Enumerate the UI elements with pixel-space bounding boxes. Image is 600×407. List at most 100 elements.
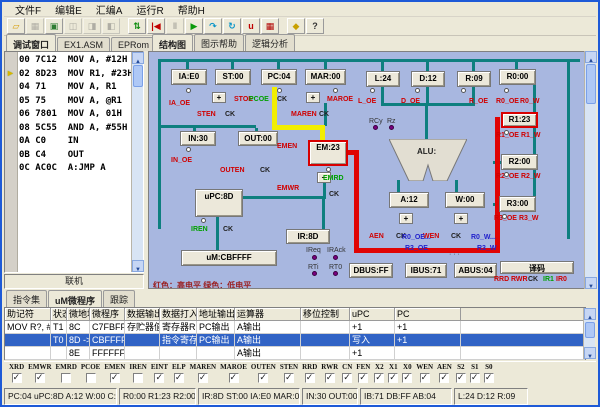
- tab-left-1[interactable]: EX1.ASM: [57, 37, 110, 51]
- signal-checkbox-STEN[interactable]: [284, 373, 294, 383]
- signal-checkbox-X1[interactable]: [388, 373, 398, 383]
- tab-right-2[interactable]: 逻辑分析: [245, 34, 295, 51]
- register-mar[interactable]: MAR:00: [305, 69, 346, 85]
- code-line[interactable]: 05 75 MOV A, @R1: [19, 95, 131, 109]
- demo-button[interactable]: ◆: [287, 18, 305, 34]
- signal-checkbox-X2[interactable]: [374, 373, 384, 383]
- signal-checkbox-S2[interactable]: [456, 373, 466, 383]
- menu-item-F[interactable]: 文件F: [8, 2, 48, 17]
- scroll-down-icon[interactable]: [584, 347, 596, 359]
- step-into-button[interactable]: ↷: [204, 18, 222, 34]
- signal-checkbox-ELP[interactable]: [174, 373, 184, 383]
- signal-checkbox-EINT[interactable]: [154, 373, 164, 383]
- tab-left-2[interactable]: EPRom: [111, 37, 156, 51]
- reset-button[interactable]: |◀: [147, 18, 165, 34]
- register-wreg[interactable]: W:00: [445, 192, 485, 208]
- assemble-button[interactable]: ▣: [45, 18, 63, 34]
- tab-bottom-0[interactable]: 指令集: [6, 290, 47, 307]
- tab-bottom-1[interactable]: uM微程序: [48, 290, 102, 308]
- table-scrollbar[interactable]: [583, 308, 595, 359]
- register-decoder[interactable]: 译码: [500, 261, 574, 274]
- table-cell: [5, 334, 51, 346]
- signal-checkbox-MAREN[interactable]: [198, 373, 208, 383]
- signal-checkbox-RRD[interactable]: [305, 373, 315, 383]
- signal-checkbox-PCOE[interactable]: [86, 373, 96, 383]
- scroll-up-icon[interactable]: [132, 52, 144, 64]
- register-um[interactable]: uM:CBFFFF: [181, 250, 277, 266]
- register-out[interactable]: OUT:00: [238, 131, 278, 146]
- scroll-up-icon[interactable]: [584, 308, 596, 320]
- register-r2[interactable]: R2:00: [501, 154, 538, 170]
- signal-checkbox-WEN[interactable]: [420, 373, 430, 383]
- scroll-thumb[interactable]: [586, 64, 596, 104]
- tab-right-0[interactable]: 结构图: [152, 34, 193, 52]
- menu-item-R[interactable]: 运行R: [129, 2, 170, 17]
- tab-left-0[interactable]: 调试窗口: [6, 34, 56, 52]
- register-st[interactable]: ST:00: [215, 69, 251, 85]
- register-r[interactable]: R:09: [457, 71, 491, 87]
- code-line[interactable]: 08 5C55 AND A, #55H: [19, 122, 131, 136]
- signal-checkbox-AEN[interactable]: [439, 373, 449, 383]
- table-row[interactable]: T08D ->CBFFFF指令寄存器IRPC输出A输出写入+1: [5, 334, 585, 347]
- menu-item-H[interactable]: 帮助H: [171, 2, 212, 17]
- diagram-scrollbar[interactable]: [584, 51, 596, 289]
- open-button[interactable]: ▱: [7, 18, 25, 34]
- scroll-down-icon[interactable]: [585, 277, 597, 289]
- signal-checkbox-RWR[interactable]: [325, 373, 335, 383]
- signal-checkbox-FEN[interactable]: [358, 373, 368, 383]
- tab-right-1[interactable]: 图示帮助: [194, 34, 244, 51]
- register-em[interactable]: EM:23: [308, 140, 348, 166]
- register-r3[interactable]: R3:00: [499, 196, 536, 212]
- connector-bubble: [461, 88, 466, 93]
- signal-checkbox-XRD[interactable]: [12, 373, 22, 383]
- signal-checkbox-EMEN[interactable]: [110, 373, 120, 383]
- signal-checkbox-S0[interactable]: [484, 373, 494, 383]
- register-abus[interactable]: ABUS:04: [454, 263, 497, 278]
- signal-checkbox-X0[interactable]: [402, 373, 412, 383]
- register-dbus[interactable]: DBUS:FF: [349, 263, 393, 278]
- register-ir[interactable]: IR:8D: [286, 229, 330, 244]
- signal-checkbox-EMWR[interactable]: [35, 373, 45, 383]
- table-row[interactable]: 8EFFFFFFA输出+1: [5, 347, 585, 360]
- signal-checkbox-EMRD[interactable]: [61, 373, 71, 383]
- register-upc[interactable]: uPC:8D: [195, 189, 243, 217]
- register-ia[interactable]: IA:E0: [171, 69, 207, 85]
- code-line[interactable]: 02 8D23 MOV R1, #23H: [19, 68, 131, 82]
- scroll-thumb[interactable]: [585, 322, 595, 338]
- code-line[interactable]: 0C AC0C A:JMP A: [19, 162, 131, 176]
- signal-checkbox-IREN[interactable]: [133, 373, 143, 383]
- register-d[interactable]: D:12: [411, 71, 445, 87]
- step-over-button[interactable]: ↻: [223, 18, 241, 34]
- table-row[interactable]: MOV R?, #IIT18CC7FBFF存贮器值EM寄存器R?PC输出A输出+…: [5, 321, 585, 334]
- code-line[interactable]: 0B C4 OUT: [19, 149, 131, 163]
- code-line[interactable]: 0A C0 IN: [19, 135, 131, 149]
- scroll-down-icon[interactable]: [132, 260, 144, 272]
- register-in[interactable]: IN:30: [180, 131, 216, 146]
- logic-analyzer-button[interactable]: ▦: [261, 18, 279, 34]
- scroll-thumb[interactable]: [133, 65, 143, 87]
- code-line[interactable]: 04 71 MOV A, R1: [19, 81, 131, 95]
- run-button[interactable]: ▶: [185, 18, 203, 34]
- refresh-button[interactable]: ⇅: [128, 18, 146, 34]
- signal-checkbox-OUTEN[interactable]: [258, 373, 268, 383]
- help-button[interactable]: ?: [306, 18, 324, 34]
- signal-label-: · · ·: [449, 251, 460, 258]
- code-scrollbar[interactable]: [131, 52, 143, 272]
- scroll-up-icon[interactable]: [585, 51, 597, 63]
- code-line[interactable]: 00 7C12 MOV A, #12H: [19, 54, 131, 68]
- register-r1[interactable]: R1:23: [501, 112, 538, 128]
- menu-item-E[interactable]: 编辑E: [48, 2, 89, 17]
- signal-checkbox-CN[interactable]: [342, 373, 352, 383]
- register-ibus[interactable]: IBUS:71: [405, 263, 447, 278]
- register-pc[interactable]: PC:04: [261, 69, 297, 85]
- signal-checkbox-MAROE[interactable]: [229, 373, 239, 383]
- signal-checkbox-S1[interactable]: [470, 373, 480, 383]
- register-areg[interactable]: A:12: [389, 192, 429, 208]
- register-r0[interactable]: R0:00: [499, 69, 536, 85]
- menu-item-A[interactable]: 汇编A: [89, 2, 130, 17]
- signal-name: STEN: [280, 363, 298, 372]
- code-line[interactable]: 06 7801 MOV A, 01H: [19, 108, 131, 122]
- run-micro-button[interactable]: u: [242, 18, 260, 34]
- tab-bottom-2[interactable]: 跟踪: [103, 290, 135, 307]
- register-l[interactable]: L:24: [366, 71, 400, 87]
